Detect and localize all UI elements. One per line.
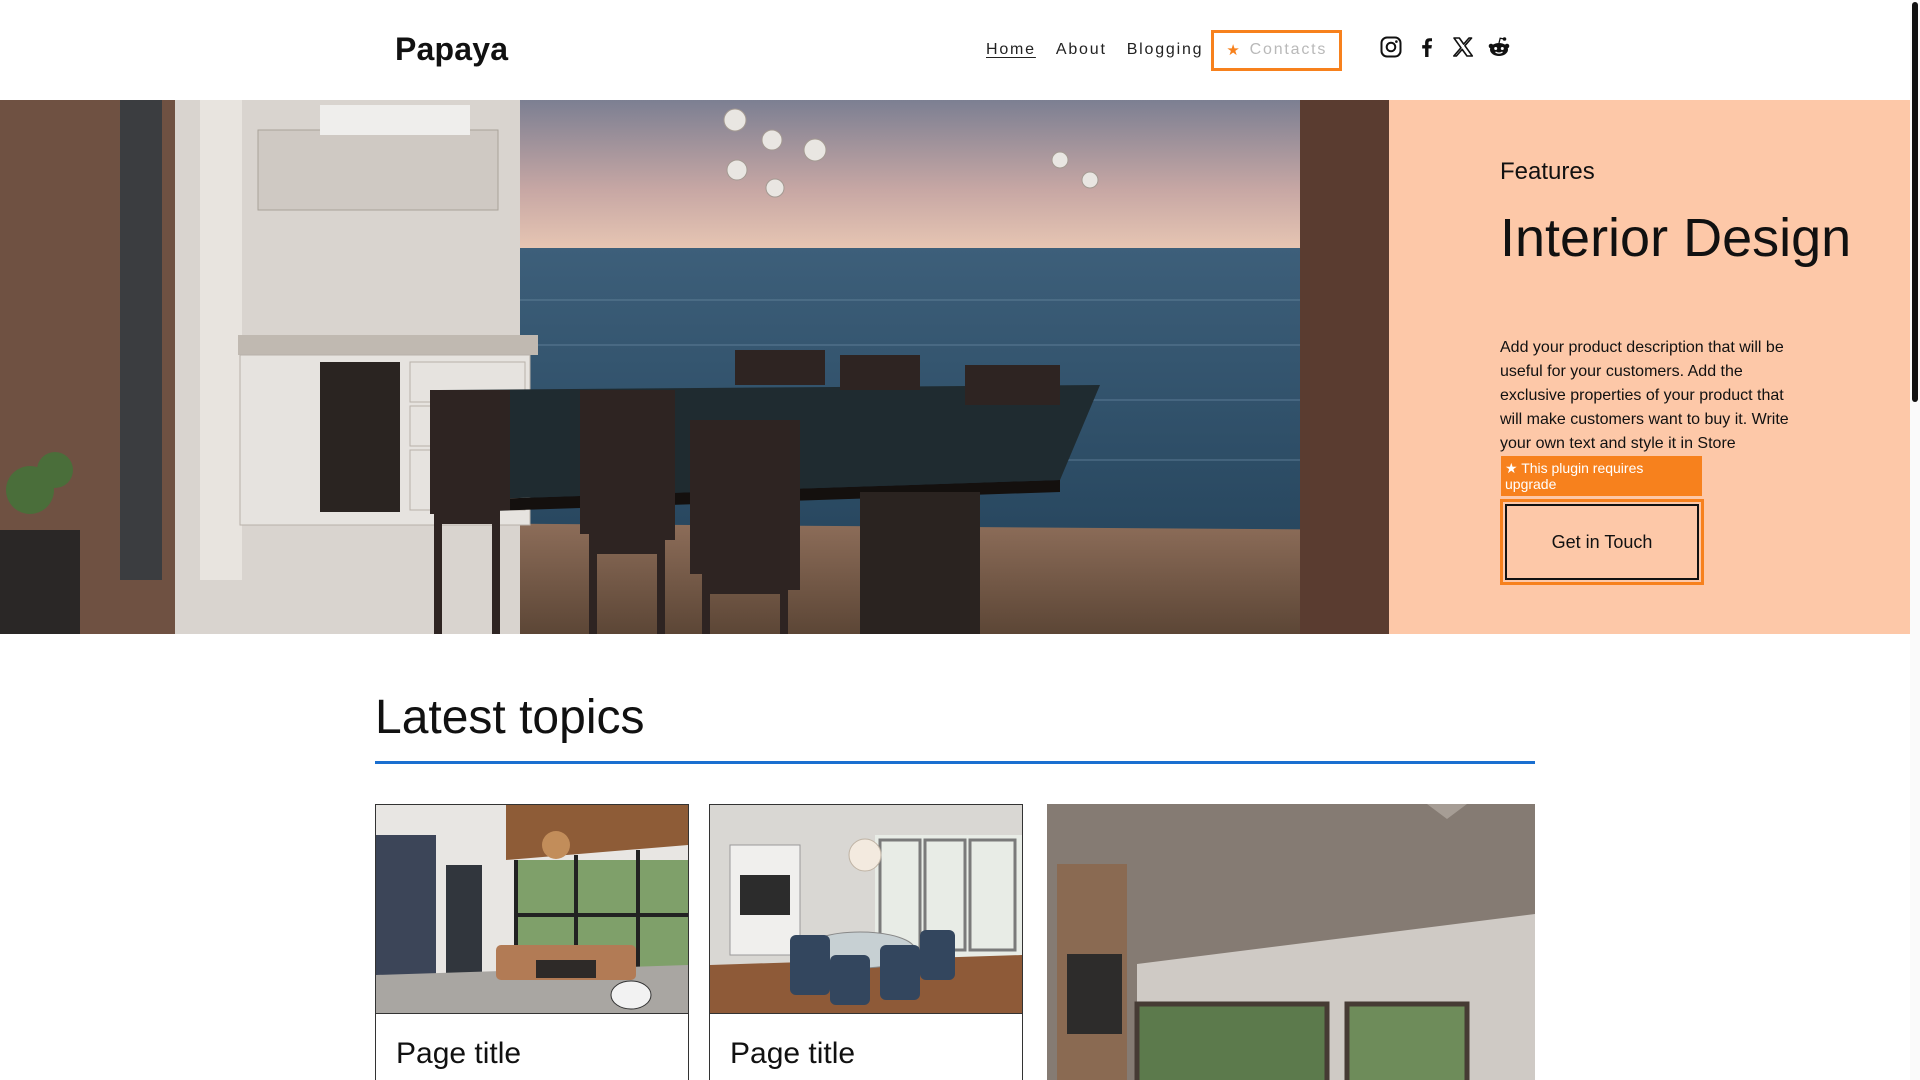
section-title: Latest topics	[375, 691, 645, 744]
page: Papaya Home About Blogging ★ Contacts Fe…	[0, 0, 1920, 1080]
site-logo[interactable]: Papaya	[395, 31, 508, 68]
plugin-upgrade-badge: ★ This plugin requires upgrade	[1501, 456, 1702, 496]
page-scrollbar[interactable]	[1910, 0, 1920, 1080]
hero-image	[0, 100, 1389, 634]
section-divider	[375, 761, 1535, 764]
topic-card-title: Page title	[730, 1037, 856, 1070]
site-header: Papaya Home About Blogging ★ Contacts	[0, 0, 1910, 100]
facebook-icon[interactable]	[1415, 35, 1439, 59]
nav-contacts[interactable]: ★ Contacts	[1211, 29, 1343, 71]
topic-card-image	[710, 805, 1022, 1014]
hero-panel: Features Interior Design Add your produc…	[1389, 100, 1910, 634]
get-in-touch-button[interactable]: Get in Touch	[1500, 499, 1704, 585]
topic-card-title: Page title	[396, 1037, 522, 1070]
plugin-upgrade-text: This plugin requires upgrade	[1505, 460, 1644, 492]
nav-contacts-label: Contacts	[1249, 41, 1328, 58]
hero-title: Interior Design	[1500, 208, 1852, 268]
hero-eyebrow: Features	[1500, 158, 1595, 185]
topic-feature-image[interactable]	[1047, 804, 1535, 1080]
nav-home[interactable]: Home	[986, 41, 1036, 59]
star-icon: ★	[1226, 42, 1242, 59]
topic-card[interactable]: Page title	[709, 804, 1023, 1080]
nav-about[interactable]: About	[1056, 41, 1107, 59]
hero-description: Add your product description that will b…	[1500, 339, 1789, 452]
social-links	[1379, 35, 1511, 59]
get-in-touch-label: Get in Touch	[1505, 504, 1699, 580]
nav-blogging[interactable]: Blogging	[1127, 41, 1204, 59]
hero-section: Features Interior Design Add your produc…	[0, 100, 1910, 634]
main-nav: Home About Blogging ★ Contacts	[986, 29, 1343, 71]
topic-card[interactable]: Page title	[375, 804, 689, 1080]
scrollbar-thumb[interactable]	[1912, 2, 1918, 402]
star-icon: ★	[1505, 460, 1522, 476]
x-icon[interactable]	[1451, 35, 1475, 59]
reddit-icon[interactable]	[1487, 35, 1511, 59]
topic-card-image	[376, 805, 688, 1014]
instagram-icon[interactable]	[1379, 35, 1403, 59]
